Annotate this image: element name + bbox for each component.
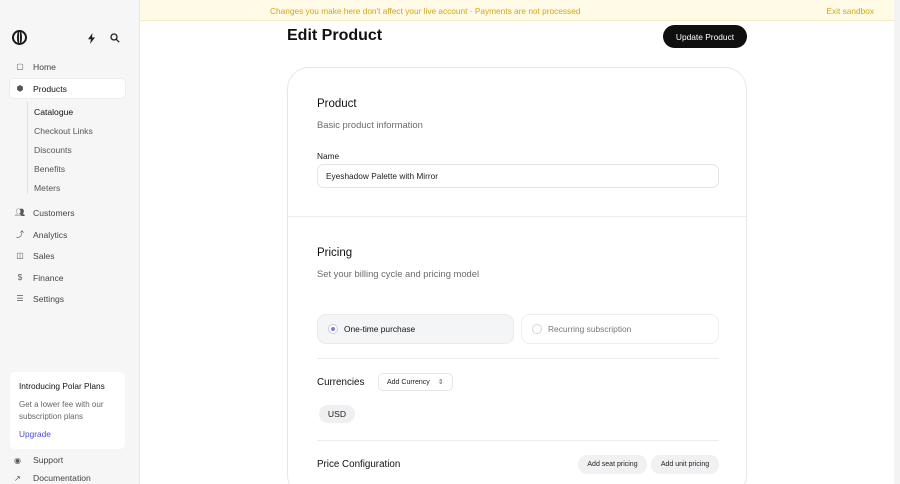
sidebar-item-customers[interactable]: 👥︎ Customers: [10, 203, 125, 222]
sidebar-item-label: Analytics: [33, 229, 68, 240]
currency-badge-usd[interactable]: USD: [319, 405, 355, 423]
search-icon[interactable]: [108, 31, 122, 45]
name-field[interactable]: Eyeshadow Palette with Mirror: [317, 164, 719, 188]
scrollbar-track[interactable]: [894, 0, 900, 484]
sidebar-item-home[interactable]: ▢ Home: [10, 57, 125, 76]
sidebar-item-support[interactable]: ◉ Support: [14, 455, 63, 465]
name-label: Name: [317, 151, 340, 161]
sidebar: ▢ Home ⬢ Products Catalogue Checkout Lin…: [0, 0, 140, 484]
sidebar-item-label: Documentation: [33, 473, 91, 483]
upgrade-link[interactable]: Upgrade: [19, 429, 116, 439]
sidebar-item-label: Customers: [33, 207, 75, 218]
dollar-icon: $: [17, 273, 23, 282]
pricing-divider: [317, 358, 719, 359]
bag-icon: ◫: [16, 251, 24, 260]
pricing-section-title: Pricing: [317, 247, 353, 259]
box-icon: ⬢: [16, 84, 24, 93]
sidebar-subitem-checkout-links[interactable]: Checkout Links: [34, 126, 93, 136]
home-icon: ▢: [16, 62, 24, 71]
sandbox-banner: Changes you make here don't affect your …: [140, 0, 900, 21]
sidebar-item-sales[interactable]: ◫ Sales: [10, 246, 125, 265]
add-currency-select[interactable]: Add Currency ⇕: [378, 373, 453, 391]
section-divider: [288, 216, 746, 217]
promo-text: Get a lower fee with our subscription pl…: [19, 400, 104, 421]
add-seat-pricing-button[interactable]: Add seat pricing: [578, 455, 647, 474]
update-product-button[interactable]: Update Product: [663, 25, 747, 48]
radio-unselected-icon[interactable]: [532, 324, 542, 334]
sidebar-item-products[interactable]: ⬢ Products: [10, 79, 125, 98]
sidebar-item-label: Settings: [33, 293, 65, 304]
chevron-up-down-icon: ⇕: [437, 379, 444, 386]
price-configuration-label: Price Configuration: [317, 459, 401, 470]
sidebar-item-documentation[interactable]: ↗ Documentation: [14, 473, 91, 483]
pricing-divider: [317, 440, 719, 441]
edit-product-card: Product Basic product information Name E…: [287, 67, 747, 484]
page-title: Edit Product: [287, 27, 383, 44]
add-currency-label: Add Currency: [387, 378, 430, 386]
sidebar-subitem-discounts[interactable]: Discounts: [34, 145, 72, 155]
option-label: Recurring subscription: [548, 324, 632, 334]
sidebar-item-finance[interactable]: $ Finance: [10, 268, 125, 287]
sidebar-item-label: Sales: [33, 250, 55, 261]
sidebar-item-label: Finance: [33, 272, 64, 283]
trend-icon: ⤴: [16, 230, 24, 239]
sidebar-subitem-catalogue[interactable]: Catalogue: [34, 107, 73, 117]
bolt-icon[interactable]: [84, 31, 98, 45]
sidebar-item-label: Support: [33, 455, 64, 465]
sliders-icon: ☰: [16, 294, 24, 303]
product-section-title: Product: [317, 98, 357, 110]
sidebar-item-label: Products: [33, 83, 67, 94]
sidebar-item-label: Home: [33, 61, 56, 72]
help-icon: ◉: [14, 455, 21, 465]
pricing-section-subtitle: Set your billing cycle and pricing model: [317, 268, 480, 279]
radio-selected-icon[interactable]: [328, 324, 338, 334]
sidebar-subitem-meters[interactable]: Meters: [34, 183, 60, 193]
users-icon: 👥︎: [14, 208, 26, 217]
sidebar-item-settings[interactable]: ☰ Settings: [10, 289, 125, 308]
sidebar-item-analytics[interactable]: ⤴ Analytics: [10, 225, 125, 244]
promo-card: Introducing Polar Plans Get a lower fee …: [10, 372, 125, 449]
recurring-subscription-option[interactable]: Recurring subscription: [521, 314, 719, 344]
add-unit-pricing-button[interactable]: Add unit pricing: [651, 455, 719, 474]
sidebar-subitem-benefits[interactable]: Benefits: [34, 164, 65, 174]
option-label: One-time purchase: [344, 324, 416, 334]
polar-logo-icon[interactable]: [12, 30, 27, 45]
name-value: Eyeshadow Palette with Mirror: [326, 171, 439, 181]
sandbox-message: Changes you make here don't affect your …: [270, 6, 581, 16]
promo-title: Introducing Polar Plans: [19, 381, 105, 391]
currencies-label: Currencies: [317, 377, 365, 388]
product-section-subtitle: Basic product information: [317, 119, 423, 130]
submenu-line: [27, 102, 28, 194]
one-time-purchase-option[interactable]: One-time purchase: [317, 314, 514, 344]
exit-sandbox-link[interactable]: Exit sandbox: [826, 6, 874, 16]
external-link-icon: ↗: [14, 473, 21, 483]
